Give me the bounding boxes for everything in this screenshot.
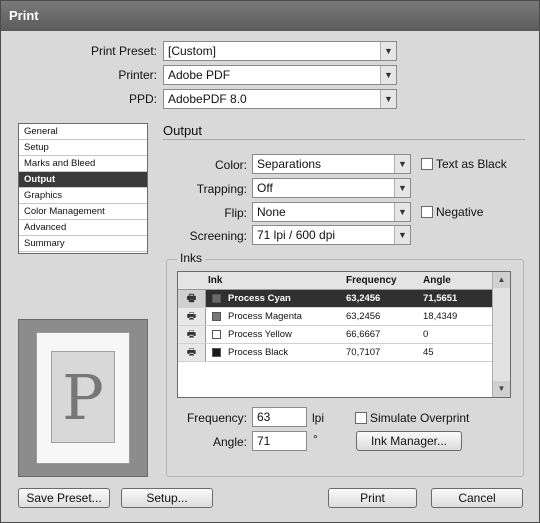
ink-angle: 71,5651: [423, 293, 458, 304]
page-preview[interactable]: P: [18, 319, 148, 477]
output-section-title: Output: [163, 123, 203, 138]
ink-frequency: 63,2456: [346, 293, 381, 304]
save-preset-button[interactable]: Save Preset...: [18, 488, 110, 508]
angle-label: Angle:: [212, 435, 247, 449]
inks-group-title: Inks: [177, 251, 206, 265]
printer-label: Printer:: [118, 68, 157, 82]
trapping-label: Trapping:: [196, 182, 247, 196]
trapping-select[interactable]: Off ▼: [252, 178, 411, 198]
chevron-down-icon[interactable]: ▼: [380, 42, 396, 60]
printer-icon[interactable]: 🖶: [178, 344, 206, 361]
sidebar-item-summary[interactable]: Summary: [19, 236, 147, 252]
screening-select[interactable]: 71 lpi / 600 dpi ▼: [252, 225, 411, 245]
ppd-label: PPD:: [128, 92, 157, 106]
scroll-down-icon[interactable]: ▼: [493, 381, 510, 397]
ink-frequency: 70,7107: [346, 347, 381, 358]
angle-column-header[interactable]: Angle: [423, 275, 451, 286]
setup-button[interactable]: Setup...: [121, 488, 213, 508]
angle-field[interactable]: 71: [252, 431, 307, 451]
frequency-unit: lpi: [312, 411, 325, 425]
chevron-down-icon[interactable]: ▼: [380, 90, 396, 108]
text-as-black-label: Text as Black: [436, 157, 507, 171]
chevron-down-icon[interactable]: ▼: [394, 203, 410, 221]
table-row[interactable]: 🖶 Process Yellow 66,6667 0: [178, 326, 492, 344]
ink-name: Process Yellow: [228, 329, 292, 340]
category-list: General Setup Marks and Bleed Output Gra…: [18, 123, 148, 254]
ink-swatch: [212, 348, 221, 357]
text-as-black-checkbox[interactable]: [421, 158, 433, 170]
preview-letter: P: [51, 351, 115, 443]
flip-label: Flip:: [224, 206, 247, 220]
print-preset-value: [Custom]: [168, 44, 217, 58]
screening-label: Screening:: [189, 229, 247, 243]
sidebar-item-graphics[interactable]: Graphics: [19, 188, 147, 204]
chevron-down-icon[interactable]: ▼: [394, 155, 410, 173]
ink-swatch: [212, 312, 221, 321]
sidebar-item-general[interactable]: General: [19, 124, 147, 140]
cancel-button[interactable]: Cancel: [431, 488, 523, 508]
ink-angle: 45: [423, 347, 434, 358]
chevron-down-icon[interactable]: ▼: [394, 226, 410, 244]
frequency-field[interactable]: 63: [252, 407, 307, 427]
color-label: Color:: [214, 158, 247, 172]
negative-checkbox[interactable]: [421, 206, 433, 218]
print-preset-select[interactable]: [Custom] ▼: [163, 41, 397, 61]
sidebar-item-advanced[interactable]: Advanced: [19, 220, 147, 236]
angle-unit: °: [313, 432, 318, 446]
preview-page: P: [36, 332, 130, 464]
chevron-down-icon[interactable]: ▼: [394, 179, 410, 197]
title-bar[interactable]: Print: [1, 1, 539, 31]
table-row[interactable]: 🖶 Process Black 70,7107 45: [178, 344, 492, 362]
print-dialog: Print Print Preset: [Custom] ▼ Printer: …: [0, 0, 540, 523]
ink-name: Process Cyan: [228, 293, 291, 304]
trapping-value: Off: [257, 181, 273, 195]
section-divider: [163, 139, 525, 140]
sidebar-item-output[interactable]: Output: [19, 172, 147, 188]
ppd-select[interactable]: AdobePDF 8.0 ▼: [163, 89, 397, 109]
negative-label: Negative: [436, 205, 484, 219]
color-value: Separations: [257, 157, 322, 171]
frequency-label: Frequency:: [186, 411, 247, 425]
color-select[interactable]: Separations ▼: [252, 154, 411, 174]
table-row[interactable]: 🖶 Process Magenta 63,2456 18,4349: [178, 308, 492, 326]
printer-icon[interactable]: 🖶: [178, 326, 206, 343]
chevron-down-icon[interactable]: ▼: [380, 66, 396, 84]
ink-angle: 18,4349: [423, 311, 458, 322]
ppd-value: AdobePDF 8.0: [168, 92, 247, 106]
printer-select[interactable]: Adobe PDF ▼: [163, 65, 397, 85]
printer-icon[interactable]: 🖶: [178, 290, 206, 307]
sidebar-item-color-management[interactable]: Color Management: [19, 204, 147, 220]
printer-icon[interactable]: 🖶: [178, 308, 206, 325]
print-preset-label: Print Preset:: [90, 44, 157, 58]
ink-angle: 0: [423, 329, 429, 340]
ink-name: Process Black: [228, 347, 289, 358]
inks-scrollbar[interactable]: ▲ ▼: [492, 272, 510, 397]
sidebar-item-marks-and-bleed[interactable]: Marks and Bleed: [19, 156, 147, 172]
table-row[interactable]: 🖶 Process Cyan 63,2456 71,5651: [178, 290, 492, 308]
flip-select[interactable]: None ▼: [252, 202, 411, 222]
ink-manager-button[interactable]: Ink Manager...: [356, 431, 462, 451]
ink-column-header[interactable]: Ink: [208, 275, 222, 286]
frequency-column-header[interactable]: Frequency: [346, 275, 397, 286]
ink-frequency: 66,6667: [346, 329, 381, 340]
sidebar-item-setup[interactable]: Setup: [19, 140, 147, 156]
simulate-overprint-checkbox[interactable]: [355, 412, 367, 424]
ink-swatch: [212, 294, 221, 303]
inks-table-header: Ink Frequency Angle: [178, 272, 492, 290]
dialog-title: Print: [9, 8, 39, 23]
inks-table: Ink Frequency Angle 🖶 Process Cyan 63,24…: [177, 271, 511, 398]
printer-value: Adobe PDF: [168, 68, 231, 82]
ink-swatch: [212, 330, 221, 339]
ink-frequency: 63,2456: [346, 311, 381, 322]
screening-value: 71 lpi / 600 dpi: [257, 228, 336, 242]
simulate-overprint-label: Simulate Overprint: [370, 411, 470, 425]
scroll-up-icon[interactable]: ▲: [493, 272, 510, 288]
ink-name: Process Magenta: [228, 311, 302, 322]
flip-value: None: [257, 205, 286, 219]
print-button[interactable]: Print: [328, 488, 417, 508]
